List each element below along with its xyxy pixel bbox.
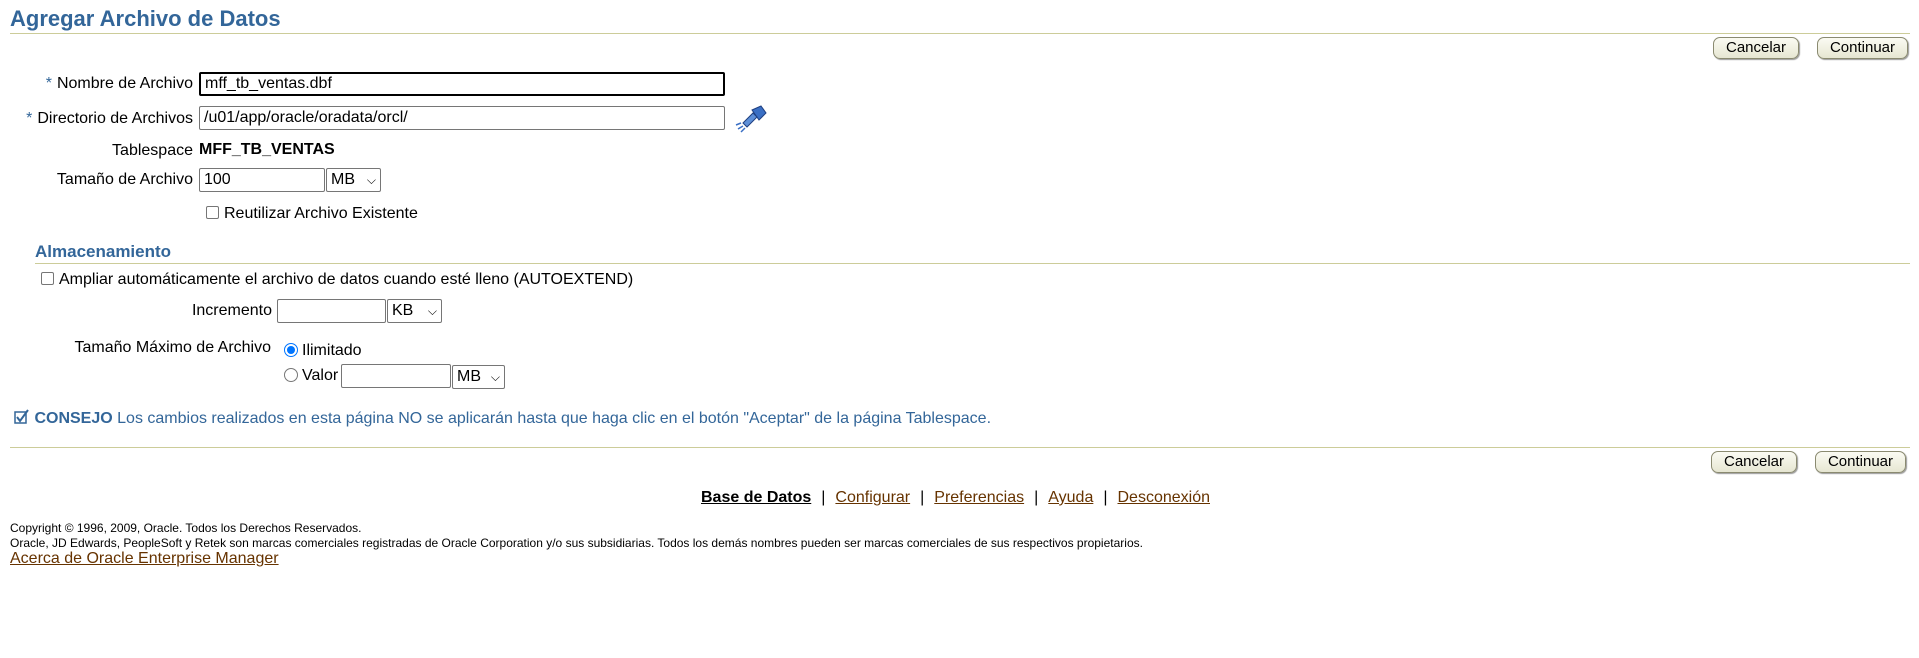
required-mark: * bbox=[45, 75, 52, 92]
size-label: Tamaño de Archivo bbox=[56, 171, 193, 188]
storage-section-title: Almacenamiento bbox=[35, 242, 172, 261]
checkmark-tip-icon bbox=[14, 409, 30, 430]
page-title: Agregar Archivo de Datos bbox=[10, 6, 281, 31]
tip-row: CONSEJO Los cambios realizados en esta p… bbox=[14, 409, 991, 430]
directory-input[interactable] bbox=[199, 106, 725, 130]
size-unit-select[interactable]: MB ⌵ bbox=[326, 168, 381, 192]
cancel-button-top[interactable]: Cancelar bbox=[1713, 37, 1799, 59]
footer-separator: | bbox=[1034, 489, 1039, 506]
chevron-down-icon: ⌵ bbox=[366, 173, 376, 187]
autoextend-checkbox[interactable] bbox=[41, 272, 54, 285]
increment-label: Incremento bbox=[191, 302, 272, 319]
footer-link-help[interactable]: Ayuda bbox=[1048, 489, 1093, 506]
about-oem-link[interactable]: Acerca de Oracle Enterprise Manager bbox=[10, 550, 279, 568]
storage-divider bbox=[35, 263, 1910, 264]
tablespace-value: MFF_TB_VENTAS bbox=[199, 141, 335, 158]
footer-link-preferences[interactable]: Preferencias bbox=[934, 489, 1024, 506]
copyright-text: Copyright © 1996, 2009, Oracle. Todos lo… bbox=[10, 521, 362, 535]
continue-button-top[interactable]: Continuar bbox=[1817, 37, 1908, 59]
max-value-input[interactable] bbox=[341, 364, 451, 388]
footer-link-setup[interactable]: Configurar bbox=[835, 489, 910, 506]
max-value-unit-select[interactable]: MB ⌵ bbox=[452, 365, 505, 389]
tip-text: Los cambios realizados en esta página NO… bbox=[117, 410, 992, 427]
unlimited-radio[interactable] bbox=[284, 343, 298, 357]
increment-unit-value: KB bbox=[392, 302, 414, 319]
max-value-unit-value: MB bbox=[457, 368, 481, 385]
continue-button-bottom[interactable]: Continuar bbox=[1815, 451, 1906, 473]
footer-separator: | bbox=[1103, 489, 1108, 506]
unlimited-label: Ilimitado bbox=[302, 342, 362, 359]
increment-input[interactable] bbox=[277, 299, 386, 323]
value-radio[interactable] bbox=[284, 368, 298, 382]
footer-separator: | bbox=[821, 489, 826, 506]
tip-label: CONSEJO bbox=[34, 410, 113, 427]
header-divider bbox=[10, 33, 1910, 34]
directory-label-row: * Directorio de Archivos bbox=[26, 109, 193, 129]
file-name-label-row: * Nombre de Archivo bbox=[46, 74, 193, 94]
increment-unit-select[interactable]: KB ⌵ bbox=[387, 299, 442, 323]
chevron-down-icon: ⌵ bbox=[490, 370, 500, 384]
directory-label: Directorio de Archivos bbox=[37, 110, 193, 127]
footer-separator: | bbox=[920, 489, 925, 506]
cancel-button-bottom[interactable]: Cancelar bbox=[1711, 451, 1797, 473]
flashlight-search-icon[interactable] bbox=[734, 104, 768, 134]
footer-nav: Base de Datos | Configurar | Preferencias | Ay… bbox=[0, 489, 1919, 507]
file-name-input[interactable] bbox=[199, 72, 725, 96]
max-size-label: Tamaño Máximo de Archivo bbox=[74, 339, 271, 356]
footer-link-database[interactable]: Base de Datos bbox=[701, 489, 811, 506]
trademark-text: Oracle, JD Edwards, PeopleSoft y Retek s… bbox=[10, 536, 1143, 550]
bottom-divider bbox=[10, 447, 1910, 448]
autoextend-label: Ampliar automáticamente el archivo de da… bbox=[59, 271, 634, 288]
footer-link-logout[interactable]: Desconexión bbox=[1118, 489, 1211, 506]
value-label: Valor bbox=[302, 367, 339, 384]
size-unit-value: MB bbox=[331, 171, 355, 188]
reuse-checkbox[interactable] bbox=[206, 206, 219, 219]
size-input[interactable] bbox=[199, 168, 325, 192]
chevron-down-icon: ⌵ bbox=[427, 304, 437, 318]
tablespace-label: Tablespace bbox=[112, 142, 193, 159]
file-name-label: Nombre de Archivo bbox=[56, 75, 193, 92]
required-mark: * bbox=[26, 110, 33, 127]
reuse-label: Reutilizar Archivo Existente bbox=[224, 205, 418, 222]
